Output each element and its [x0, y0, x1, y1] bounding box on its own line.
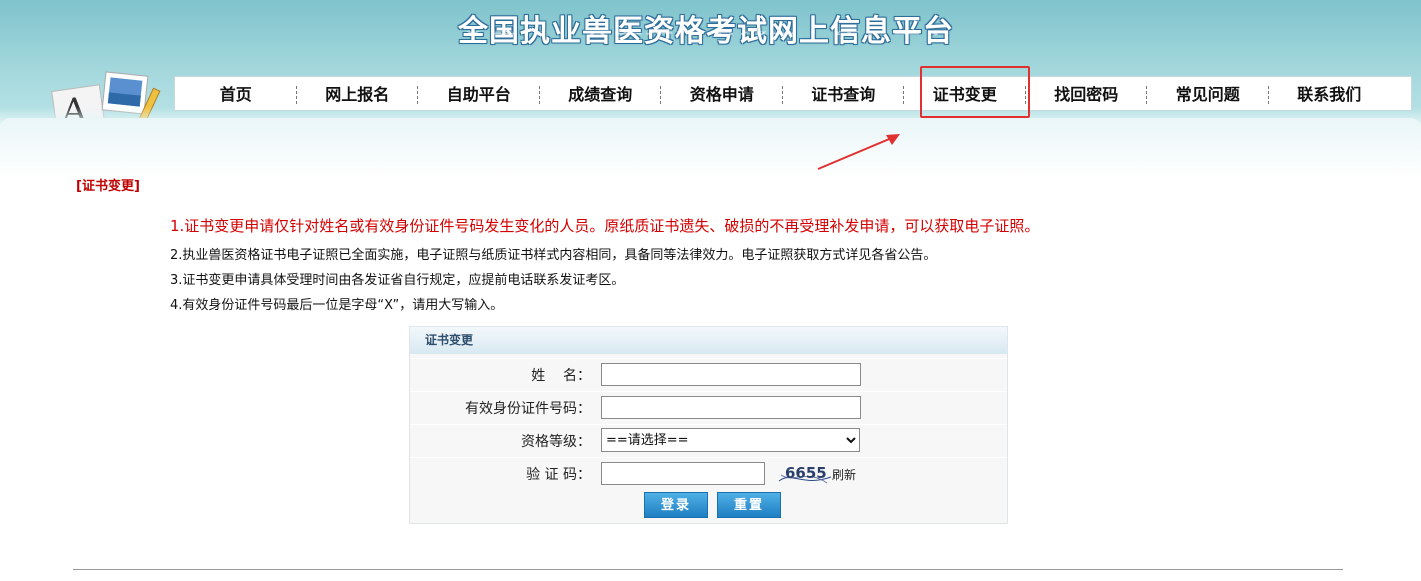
- certificate-change-form: 证书变更 姓 名： 有效身份证件号码： 资格等级： ==请选择== 验 证 码：…: [409, 326, 1008, 524]
- form-row-name: 姓 名：: [410, 358, 1007, 390]
- form-row-captcha: 验 证 码： 6655 刷新: [410, 457, 1007, 489]
- form-row-level: 资格等级： ==请选择==: [410, 424, 1007, 456]
- notice-4: 4.有效身份证件号码最后一位是字母“X”，请用大写输入。: [170, 298, 504, 313]
- name-label: 姓 名：: [531, 368, 591, 384]
- site-title-reflection: 全国执业兽医资格考试网上信息平台: [458, 31, 998, 40]
- notice-1: 1.证书变更申请仅针对姓名或有效身份证件号码发生变化的人员。原纸质证书遗失、破损…: [170, 217, 1040, 235]
- login-button[interactable]: 登录: [644, 492, 708, 518]
- captcha-text: 6655: [785, 464, 827, 482]
- site-title: 全国执业兽医资格考试网上信息平台: [458, 14, 954, 49]
- nav-contact[interactable]: 联系我们: [1269, 77, 1391, 110]
- notice-2: 2.执业兽医资格证书电子证照已全面实施，电子证照与纸质证书样式内容相同，具备同等…: [170, 248, 937, 263]
- captcha-input[interactable]: [601, 462, 765, 485]
- section-title: [证书变更]: [76, 179, 140, 194]
- nav-recover-password[interactable]: 找回密码: [1026, 77, 1148, 110]
- nav-certificate-query[interactable]: 证书查询: [783, 77, 905, 110]
- captcha-label: 验 证 码：: [526, 467, 591, 483]
- main-nav: 首页 网上报名 自助平台 成绩查询 资格申请 证书查询 证书变更 找回密码 常见…: [174, 76, 1412, 111]
- id-number-input[interactable]: [601, 396, 861, 419]
- refresh-captcha-link[interactable]: 刷新: [832, 466, 856, 483]
- nav-faq[interactable]: 常见问题: [1147, 77, 1269, 110]
- nav-self-service[interactable]: 自助平台: [418, 77, 540, 110]
- captcha-image[interactable]: 6655: [777, 461, 833, 485]
- name-input[interactable]: [601, 363, 861, 386]
- footer-divider: [73, 569, 1343, 570]
- nav-online-registration[interactable]: 网上报名: [297, 77, 419, 110]
- form-header: 证书变更: [410, 327, 1007, 354]
- nav-home[interactable]: 首页: [175, 77, 297, 110]
- logo-icon: A: [51, 71, 161, 124]
- highlight-box: [920, 66, 1030, 118]
- nav-score-query[interactable]: 成绩查询: [540, 77, 662, 110]
- level-select[interactable]: ==请选择==: [601, 428, 860, 452]
- nav-qualification-apply[interactable]: 资格申请: [661, 77, 783, 110]
- id-label: 有效身份证件号码：: [465, 401, 591, 417]
- form-row-id: 有效身份证件号码：: [410, 391, 1007, 423]
- reset-button[interactable]: 重置: [717, 492, 781, 518]
- notice-3: 3.证书变更申请具体受理时间由各发证省自行规定，应提前电话联系发证考区。: [170, 273, 625, 288]
- level-label: 资格等级：: [521, 434, 591, 450]
- annotation-arrow-icon: [817, 134, 900, 170]
